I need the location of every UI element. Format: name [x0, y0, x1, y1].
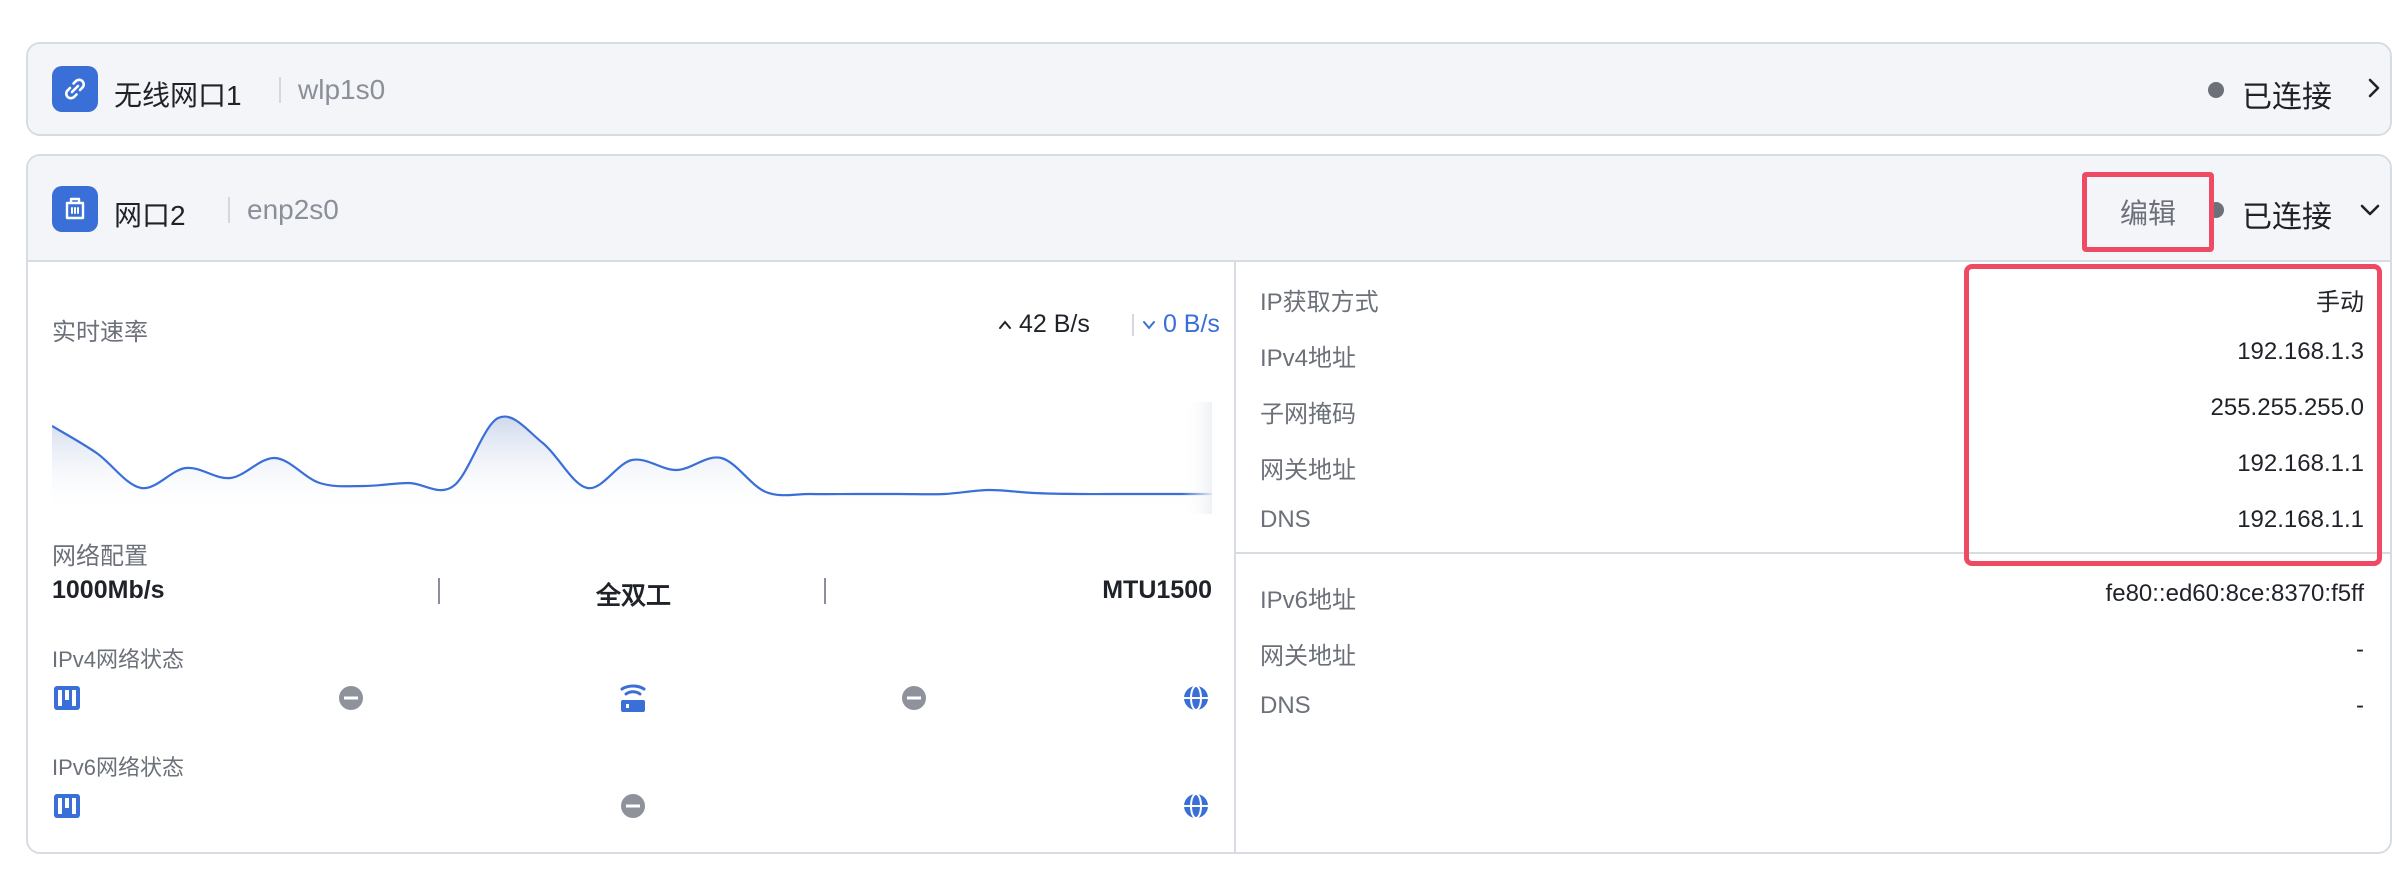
blocked-status-icon: [621, 794, 645, 818]
ipv4-status-path: [52, 680, 1212, 716]
blocked-status-icon: [902, 686, 926, 710]
interface-card-enp2s0: 网口2 enp2s0 编辑 已连接 实时速率 42 B/s 0 B/s 网络配置…: [26, 154, 2392, 854]
realtime-rate-chart: [52, 402, 1212, 514]
interface-device: wlp1s0: [298, 74, 386, 105]
interface-card-wlp1s0[interactable]: 无线网口1 wlp1s0 已连接: [26, 42, 2392, 136]
row-value: 192.168.1.1: [2237, 450, 2364, 477]
download-rate: 0 B/s: [1132, 310, 1220, 339]
router-icon: [620, 684, 646, 712]
row-value: 手动: [2316, 289, 2364, 316]
globe-icon: [1184, 793, 1208, 819]
upload-rate-value: 42 B/s: [1018, 310, 1090, 338]
ip-method-row: IP获取方式 手动: [1236, 282, 2390, 322]
ipv4-gateway-row: 网关地址 192.168.1.1: [1236, 450, 2390, 490]
blocked-status-icon: [339, 686, 363, 710]
row-label: 子网掩码: [1260, 401, 1356, 428]
row-value: 192.168.1.3: [2237, 338, 2364, 365]
interface-name: 网口2: [114, 200, 186, 231]
ipv6-address-row: IPv6地址 fe80::ed60:8ce:8370:f5ff: [1236, 580, 2390, 620]
duplex-mode: 全双工: [596, 582, 672, 610]
ipv6-status-label: IPv6网络状态: [52, 755, 185, 780]
row-label: IP获取方式: [1260, 289, 1379, 316]
connection-status: 已连接: [2242, 81, 2332, 114]
ipv4-address-row: IPv4地址 192.168.1.3: [1236, 338, 2390, 378]
link-speed: 1000Mb/s: [52, 576, 165, 604]
device-icon: [54, 794, 80, 818]
network-config-label: 网络配置: [52, 543, 148, 570]
ethernet-port-icon: [52, 186, 98, 232]
interface-header[interactable]: 网口2 enp2s0 编辑 已连接: [28, 156, 2390, 260]
mtu-value: MTU1500: [1102, 576, 1212, 604]
download-rate-value: 0 B/s: [1162, 310, 1220, 338]
device-icon: [54, 686, 80, 710]
interface-name: 无线网口1: [114, 80, 242, 111]
globe-icon: [1184, 685, 1208, 711]
connection-status: 已连接: [2242, 201, 2332, 234]
chart-fade: [1182, 402, 1212, 514]
status-dot: [2208, 82, 2224, 98]
chevron-right-icon[interactable]: [2362, 76, 2386, 100]
divider: [228, 197, 230, 223]
arrow-up-icon: [999, 320, 1011, 330]
ip-info-panel: IP获取方式 手动 IPv4地址 192.168.1.3 子网掩码 255.25…: [1236, 262, 2390, 852]
link-icon: [52, 66, 98, 112]
chart-area: [52, 416, 1212, 514]
divider: [438, 578, 440, 604]
row-value: fe80::ed60:8ce:8370:f5ff: [2105, 580, 2364, 607]
row-label: DNS: [1260, 692, 1311, 719]
row-label: IPv6地址: [1260, 587, 1357, 614]
row-label: DNS: [1260, 506, 1311, 533]
interface-device: enp2s0: [247, 194, 339, 225]
divider: [824, 578, 826, 604]
interface-header[interactable]: 无线网口1 wlp1s0 已连接: [28, 44, 2390, 134]
divider: [279, 77, 281, 103]
upload-rate: 42 B/s: [998, 310, 1090, 339]
ipv4-status-label: IPv4网络状态: [52, 647, 185, 672]
edit-button[interactable]: 编辑: [2082, 172, 2214, 252]
row-value: -: [2356, 636, 2364, 663]
row-value: -: [2356, 692, 2364, 719]
row-label: IPv4地址: [1260, 345, 1357, 372]
traffic-panel: 实时速率 42 B/s 0 B/s 网络配置 1000Mb/s 全双工 MTU1…: [28, 262, 1234, 852]
row-value: 255.255.255.0: [2210, 394, 2364, 421]
arrow-down-icon: [1143, 321, 1155, 330]
divider: [1236, 552, 2390, 554]
subnet-mask-row: 子网掩码 255.255.255.0: [1236, 394, 2390, 434]
ipv6-gateway-row: 网关地址 -: [1236, 636, 2390, 676]
ipv6-dns-row: DNS -: [1236, 692, 2390, 732]
row-label: 网关地址: [1260, 457, 1356, 484]
row-value: 192.168.1.1: [2237, 506, 2364, 533]
realtime-rate-label: 实时速率: [52, 319, 148, 346]
ipv4-dns-row: DNS 192.168.1.1: [1236, 506, 2390, 546]
chevron-down-icon[interactable]: [2358, 198, 2382, 222]
row-label: 网关地址: [1260, 643, 1356, 670]
ipv6-status-path: [52, 788, 1212, 824]
